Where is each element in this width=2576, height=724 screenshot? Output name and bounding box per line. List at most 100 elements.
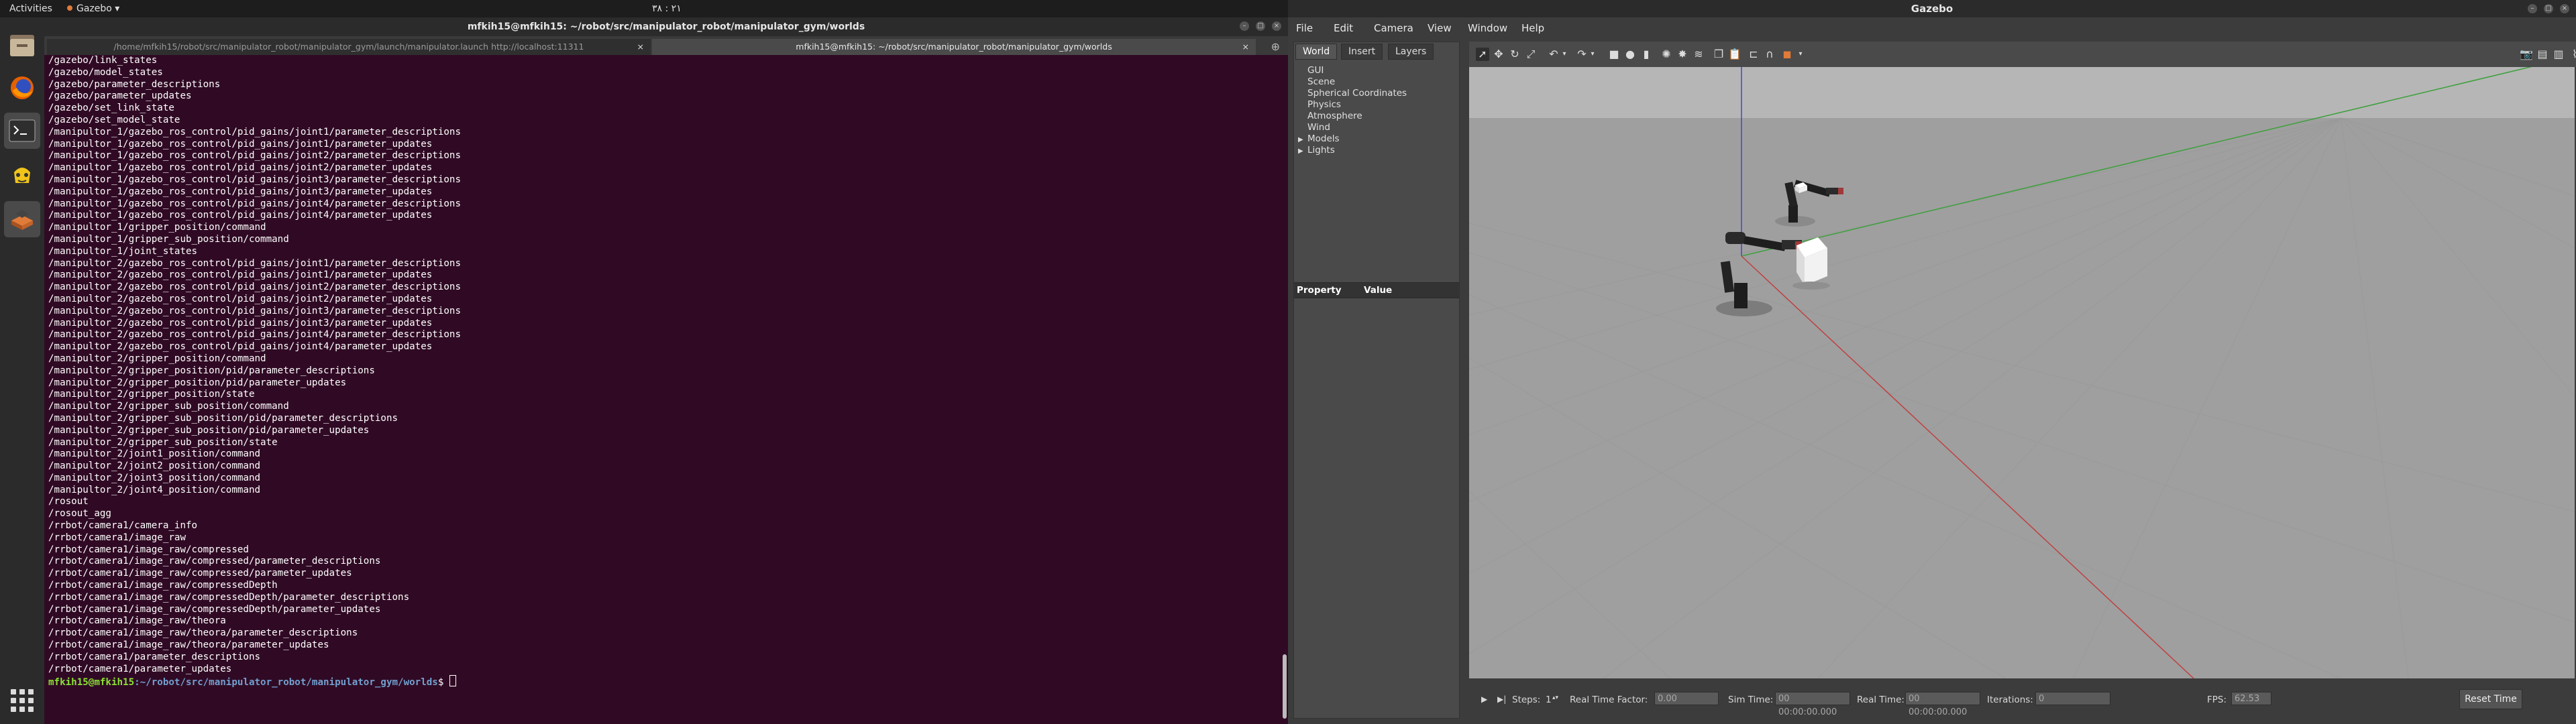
terminal-line: /gazebo/parameter_updates: [48, 90, 192, 102]
terminal-line: /manipultor_2/gazebo_ros_control/pid_gai…: [48, 293, 433, 304]
menu-view[interactable]: View: [1428, 22, 1452, 34]
change-view-menu-icon[interactable]: ▾: [1796, 48, 1805, 61]
maximize-icon[interactable]: □: [2544, 4, 2553, 13]
close-icon[interactable]: ×: [2560, 4, 2569, 13]
point-light-icon[interactable]: ✺: [1660, 48, 1673, 61]
terminal-window-controls: – □ ×: [1240, 21, 1281, 31]
app-menu-label: Gazebo ▾: [76, 3, 120, 14]
expand-arrow-icon[interactable]: ▶: [1298, 145, 1307, 157]
gazebo-icon[interactable]: [4, 157, 40, 193]
terminal-line: /manipultor_2/gripper_position/state: [48, 389, 255, 400]
sim-time-field: 00 00:00:00.000: [1775, 692, 1850, 717]
select-mode-icon[interactable]: ➚: [1476, 48, 1489, 61]
tab-insert[interactable]: Insert: [1341, 44, 1383, 60]
sphere-shape-icon[interactable]: ●: [1623, 48, 1637, 61]
terminal-line: /manipultor_1/gazebo_ros_control/pid_gai…: [48, 174, 461, 185]
terminal-tab-bar: /home/mfkih15/robot/src/manipulator_robo…: [44, 36, 1288, 55]
expand-arrow-icon[interactable]: ▶: [1298, 134, 1307, 145]
tree-item-lights[interactable]: ▶ Lights: [1298, 145, 1407, 156]
menu-edit[interactable]: Edit: [1334, 22, 1353, 34]
menu-file[interactable]: File: [1296, 22, 1313, 34]
change-view-icon[interactable]: ◼: [1780, 48, 1794, 61]
terminal-line: /manipultor_2/gazebo_ros_control/pid_gai…: [48, 329, 461, 341]
gazebo-toolbar: ➚ ✥ ↻ ⤢ ↶ ▾ ↷ ▾ ■ ● ▮ ✺ ✸ ≋ ❐ 📋 ⊏ ∩ ◼ ▾ …: [1469, 42, 2576, 67]
terminal-line: /manipultor_2/gazebo_ros_control/pid_gai…: [48, 282, 461, 293]
menu-help[interactable]: Help: [1521, 22, 1544, 34]
terminal-window[interactable]: mfkih15@mfkih15: ~/robot/src/manipulator…: [44, 17, 1288, 724]
copy-icon[interactable]: ❐: [1712, 48, 1725, 61]
terminal-prompt[interactable]: mfkih15@mfkih15:~/robot/src/manipulator_…: [48, 675, 1276, 689]
menu-window[interactable]: Window: [1468, 22, 1507, 34]
scale-mode-icon[interactable]: ⤢: [1524, 48, 1538, 61]
menu-camera[interactable]: Camera: [1374, 22, 1413, 34]
redo-icon[interactable]: ↷: [1575, 48, 1589, 61]
undo-history-icon[interactable]: ▾: [1560, 48, 1568, 61]
terminal-line: /rosout: [48, 496, 89, 507]
tree-item-models[interactable]: ▶ Models: [1298, 133, 1407, 145]
tree-item-scene[interactable]: Scene: [1307, 76, 1407, 88]
box-shape-icon[interactable]: ■: [1607, 48, 1621, 61]
activities-button[interactable]: Activities: [9, 3, 52, 14]
terminal-icon[interactable]: [4, 113, 40, 149]
align-icon[interactable]: ⊏: [1747, 48, 1760, 61]
minimize-icon[interactable]: –: [1240, 21, 1249, 31]
redo-history-icon[interactable]: ▾: [1589, 48, 1597, 61]
directional-light-icon[interactable]: ≋: [1692, 48, 1705, 61]
screenshot-icon[interactable]: 📷: [2520, 48, 2533, 61]
steps-spinner-icon[interactable]: ▴▾: [1552, 695, 1558, 701]
terminal-line: /manipultor_1/gazebo_ros_control/pid_gai…: [48, 126, 461, 137]
sim-time-label: Sim Time:: [1728, 695, 1774, 705]
scene-render[interactable]: [1469, 67, 2575, 678]
plot-icon[interactable]: ⌇: [2568, 48, 2576, 61]
step-icon[interactable]: ▶|: [1497, 695, 1506, 704]
clock[interactable]: ٢١ : ٣٨: [652, 3, 682, 14]
cylinder-shape-icon[interactable]: ▮: [1640, 48, 1653, 61]
terminal-line: /gazebo/link_states: [48, 55, 158, 66]
terminal-line: /manipultor_2/gripper_position/pid/param…: [48, 377, 347, 388]
rotate-mode-icon[interactable]: ↻: [1508, 48, 1521, 61]
terminal-tab-launch[interactable]: /home/mfkih15/robot/src/manipulator_robo…: [47, 39, 651, 55]
close-tab-icon[interactable]: ×: [637, 39, 644, 55]
minimize-icon[interactable]: –: [2528, 4, 2537, 13]
files-icon[interactable]: [4, 27, 40, 63]
tab-world[interactable]: World: [1295, 44, 1338, 60]
tab-layers[interactable]: Layers: [1388, 44, 1434, 60]
property-header: Property Value: [1294, 282, 1459, 298]
tree-item-spherical-coordinates[interactable]: Spherical Coordinates: [1307, 88, 1407, 99]
show-apps-icon[interactable]: [4, 682, 40, 719]
snap-icon[interactable]: ∩: [1763, 48, 1776, 61]
gazebo-window-controls: – □ ×: [2528, 4, 2569, 13]
record-video-icon[interactable]: ▥: [2552, 48, 2565, 61]
firefox-icon[interactable]: [4, 70, 40, 106]
terminal-line: /rrbot/camera1/parameter_descriptions: [48, 651, 261, 662]
spot-light-icon[interactable]: ✸: [1676, 48, 1689, 61]
undo-icon[interactable]: ↶: [1547, 48, 1560, 61]
property-column-label: Property: [1297, 285, 1342, 296]
reset-time-button[interactable]: Reset Time: [2459, 689, 2522, 709]
maximize-icon[interactable]: □: [1256, 21, 1265, 31]
terminal-line: /rrbot/camera1/camera_info: [48, 520, 198, 532]
tree-item-wind[interactable]: Wind: [1307, 122, 1407, 133]
tree-item-gui[interactable]: GUI: [1307, 65, 1407, 76]
new-tab-icon[interactable]: ⊕: [1271, 39, 1280, 55]
terminal-title: mfkih15@mfkih15: ~/robot/src/manipulator…: [44, 17, 1288, 36]
terminal-line: /manipultor_1/joint_states: [48, 245, 198, 257]
app-menu[interactable]: Gazebo ▾: [67, 3, 119, 14]
close-tab-icon[interactable]: ×: [1242, 39, 1249, 55]
tree-item-physics[interactable]: Physics: [1307, 99, 1407, 111]
scene-viewport[interactable]: [1469, 67, 2575, 678]
play-icon[interactable]: ▶: [1481, 695, 1487, 704]
steps-label: Steps:: [1512, 695, 1541, 705]
translate-mode-icon[interactable]: ✥: [1492, 48, 1505, 61]
terminal-tab-worlds[interactable]: mfkih15@mfkih15: ~/robot/src/manipulator…: [652, 39, 1256, 55]
close-icon[interactable]: ×: [1272, 21, 1281, 31]
paste-icon[interactable]: 📋: [1728, 48, 1741, 61]
software-installer-icon[interactable]: [4, 201, 40, 237]
terminal-scrollbar[interactable]: [1283, 654, 1287, 719]
terminal-line: /rrbot/camera1/image_raw/theora/paramete…: [48, 627, 358, 639]
tree-item-atmosphere[interactable]: Atmosphere: [1307, 111, 1407, 122]
steps-value[interactable]: 1: [1546, 695, 1552, 705]
terminal-output[interactable]: /gazebo/link_states/gazebo/model_states /…: [48, 55, 1276, 723]
terminal-line: /rrbot/camera1/image_raw/theora: [48, 615, 226, 627]
log-icon[interactable]: ▤: [2536, 48, 2549, 61]
